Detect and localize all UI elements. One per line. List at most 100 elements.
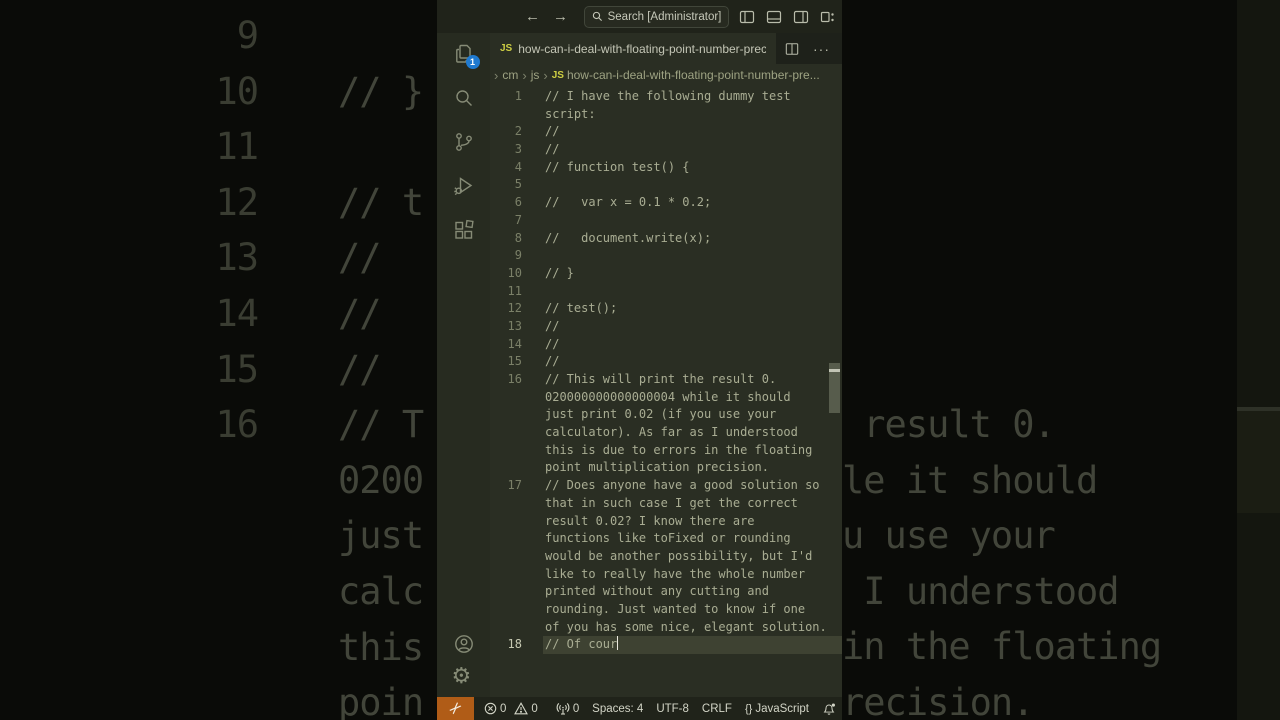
code-row[interactable]: 6 // var x = 0.1 * 0.2; — [490, 194, 842, 212]
code-row[interactable]: that in such case I get the correct — [490, 495, 842, 513]
code-row[interactable]: result 0.02? I know there are — [490, 513, 842, 531]
eol-status[interactable]: CRLF — [702, 703, 732, 715]
code-row[interactable]: 4 // function test() { — [490, 159, 842, 177]
toggle-panel-icon[interactable] — [766, 9, 782, 25]
breadcrumb-item-folder[interactable]: js — [531, 68, 540, 82]
line-number: 4 — [514, 159, 522, 174]
activity-bar-bottom: ⚙ — [452, 632, 476, 697]
code-row[interactable]: 17 // Does anyone have a good solution so — [490, 477, 842, 495]
ports-status[interactable]: 0 — [556, 702, 579, 715]
search-label: Search [Administrator] — [607, 10, 722, 23]
line-number — [490, 495, 522, 513]
code-row[interactable]: just print 0.02 (if you use your — [490, 406, 842, 424]
code-row[interactable]: 1 // I have the following dummy test — [490, 88, 842, 106]
background-code-row: 11 — [215, 125, 259, 169]
code-row[interactable]: 18 // Of cour — [490, 636, 842, 654]
code-row[interactable]: like to really have the whole number — [490, 566, 842, 584]
editor-group: JS how-can-i-deal-with-floating-point-nu… — [490, 33, 842, 697]
line-number — [490, 566, 522, 584]
code-row[interactable]: functions like toFixed or rounding — [490, 530, 842, 548]
gear-icon: ⚙ — [451, 663, 472, 688]
vscode-window: ← → Search [Administrator] 1 ⚙ JS how-ca… — [437, 0, 842, 720]
code-row[interactable]: 7 — [490, 212, 842, 230]
line-number — [490, 106, 522, 124]
code-text: this is due to errors in the floating — [545, 442, 813, 457]
code-row[interactable]: calculator). As far as I understood — [490, 424, 842, 442]
sidebar-item-explorer[interactable]: 1 — [452, 42, 480, 69]
background-code-row: result 0. — [842, 403, 1056, 446]
code-row[interactable]: rounding. Just wanted to know if one — [490, 601, 842, 619]
code-row[interactable]: script: — [490, 106, 842, 124]
sidebar-item-run-debug[interactable] — [452, 174, 476, 198]
code-text: // — [545, 336, 560, 351]
code-row[interactable]: 12 // test(); — [490, 300, 842, 318]
accounts-button[interactable] — [452, 632, 476, 656]
sidebar-item-extensions[interactable] — [452, 218, 476, 242]
forward-arrow-icon[interactable]: → — [553, 9, 568, 24]
sidebar-item-source-control[interactable] — [452, 130, 476, 154]
remote-indicator[interactable]: >< — [437, 697, 474, 720]
problems-status[interactable]: 0 0 — [484, 702, 538, 715]
code-row[interactable]: 13 // — [490, 318, 842, 336]
code-row[interactable]: 8 // document.write(x); — [490, 230, 842, 248]
background-code-row: I understood — [842, 569, 1119, 613]
code-row[interactable]: of you has some nice, elegant solution. — [490, 619, 842, 637]
code-row[interactable]: this is due to errors in the floating — [490, 442, 842, 460]
code-row[interactable]: 5 — [490, 176, 842, 194]
nav-arrows: ← → — [525, 9, 568, 24]
code-text: // — [545, 354, 560, 369]
code-text: // test(); — [545, 301, 618, 316]
code-text: // — [545, 124, 560, 139]
status-bar-right: Spaces: 4 UTF-8 CRLF {} JavaScript — [592, 702, 842, 716]
more-actions-icon[interactable]: ··· — [813, 42, 830, 56]
code-text: // document.write(x); — [545, 230, 712, 245]
search-icon — [455, 90, 472, 106]
status-bar: >< 0 0 0 Spaces: 4 UTF-8 CRLF {} JavaScr… — [437, 697, 842, 720]
settings-button[interactable]: ⚙ — [452, 664, 476, 688]
code-editor[interactable]: 1 // I have the following dummy test scrip… — [490, 86, 842, 697]
code-row[interactable]: printed without any cutting and — [490, 583, 842, 601]
code-row[interactable]: 14 // — [490, 336, 842, 354]
javascript-file-icon: JS — [551, 69, 564, 81]
command-center-search[interactable]: Search [Administrator] — [584, 5, 729, 28]
layout-controls — [739, 9, 842, 25]
radio-tower-icon — [556, 703, 570, 715]
code-row[interactable]: 15 // — [490, 353, 842, 371]
code-row[interactable]: 10 // } — [490, 265, 842, 283]
toggle-primary-sidebar-icon[interactable] — [739, 9, 755, 25]
remote-icon: >< — [447, 700, 464, 717]
split-editor-icon[interactable] — [785, 42, 799, 56]
code-row[interactable]: 9 — [490, 247, 842, 265]
code-text: // var x = 0.1 * 0.2; — [545, 195, 712, 210]
code-row[interactable]: 020000000000000004 while it should — [490, 389, 842, 407]
code-text: that in such case I get the correct — [545, 495, 798, 510]
code-text: result 0.02? I know there are — [545, 513, 755, 528]
code-text: would be another possibility, but I'd — [545, 548, 813, 563]
background-code-row: in the floating — [842, 625, 1162, 669]
explorer-badge: 1 — [465, 55, 480, 69]
back-arrow-icon[interactable]: ← — [525, 9, 540, 24]
code-row[interactable]: would be another possibility, but I'd — [490, 548, 842, 566]
customize-layout-icon[interactable] — [820, 9, 835, 25]
indentation-status[interactable]: Spaces: 4 — [592, 703, 643, 715]
line-number — [490, 442, 522, 460]
code-row[interactable]: 11 — [490, 283, 842, 301]
breadcrumb-item-file[interactable]: how-can-i-deal-with-floating-point-numbe… — [567, 68, 820, 82]
breadcrumb-item-folder[interactable]: cm — [502, 68, 518, 82]
bell-icon[interactable] — [822, 702, 836, 716]
activity-bar: 1 ⚙ — [437, 33, 490, 697]
encoding-status[interactable]: UTF-8 — [656, 703, 689, 715]
tab-active-file[interactable]: JS how-can-i-deal-with-floating-point-nu… — [490, 33, 777, 64]
code-row[interactable]: 16 // This will print the result 0. — [490, 371, 842, 389]
background-magnified-code-right: result 0. le it should u use your I unders… — [842, 397, 1280, 720]
language-status[interactable]: {} JavaScript — [745, 703, 809, 715]
background-code-row: 0200 — [338, 458, 424, 502]
code-row[interactable]: point multiplication precision. — [490, 459, 842, 477]
line-number: 13 — [507, 318, 522, 333]
toggle-secondary-sidebar-icon[interactable] — [793, 9, 809, 25]
sidebar-item-search[interactable] — [452, 86, 476, 110]
code-text: // } — [545, 265, 574, 280]
code-row[interactable]: 3 // — [490, 141, 842, 159]
code-row[interactable]: 2 // — [490, 123, 842, 141]
